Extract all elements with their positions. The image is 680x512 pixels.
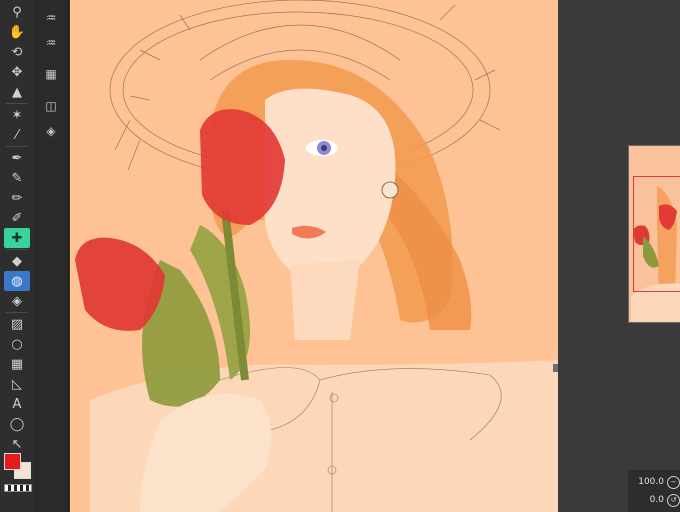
hand-tool[interactable]: ✋	[4, 22, 30, 42]
sub-tool-layer-settings[interactable]: ◫	[41, 96, 61, 116]
gradient-icon: ▨	[10, 316, 24, 332]
sub-tool-airbrush-soft[interactable]: ♒	[41, 8, 61, 28]
zoom-row: 100.0 −	[628, 474, 680, 490]
fill-bucket-icon: ◈	[12, 293, 22, 309]
decoration-icon: ✚	[11, 230, 23, 246]
correct-line-tool[interactable]: ↖	[4, 434, 30, 454]
eraser-icon: ◆	[12, 253, 22, 269]
speech-balloon-icon: ◯	[9, 416, 25, 432]
pen-icon: ✒	[11, 150, 23, 166]
sub-tool-layers[interactable]: ◈	[41, 121, 61, 141]
pen-tool[interactable]: ✒	[4, 148, 30, 168]
transparent-color-swatch[interactable]	[4, 484, 32, 492]
frame-icon: ▦	[10, 356, 24, 372]
circle-icon: ○	[11, 336, 23, 352]
layer-settings-icon: ◫	[45, 99, 57, 113]
sub-tool-airbrush-spray[interactable]: ♒	[41, 33, 61, 53]
blend-icon: ◍	[11, 273, 23, 289]
tool-separator	[6, 249, 28, 250]
navigator-viewport-frame[interactable]	[633, 176, 680, 292]
tool-separator	[6, 312, 28, 313]
text-icon: A	[12, 396, 22, 412]
airbrush-tool[interactable]: ✐	[4, 208, 30, 228]
move-tool[interactable]: ✥	[4, 62, 30, 82]
layers-icon: ◈	[46, 124, 56, 138]
frame-tool[interactable]: ▦	[4, 354, 30, 374]
tool-palette: ⚲ ✋ ⟲ ✥ ▲ ✶ ⁄ ✒ ✎ ✏ ✐ ✚ ◆ ◍ ◈ ▨ ○ ▦ ◺ A ◯ ↖	[0, 0, 35, 512]
rotate-reset-icon[interactable]: ↺	[667, 493, 680, 507]
hand-icon: ✋	[8, 24, 26, 40]
navigator-status: 100.0 − 0.0 ↺	[628, 470, 680, 512]
tool-separator	[6, 146, 28, 147]
sub-tool-layer-grid[interactable]: ▦	[41, 64, 61, 84]
figure-tool[interactable]: ○	[4, 334, 30, 354]
magic-wand-icon: ✶	[11, 107, 23, 123]
airbrush-icon: ✐	[11, 210, 23, 226]
zoom-tool[interactable]: ⚲	[4, 2, 30, 22]
sub-tool-palette: ♒ ♒ ▦ ◫ ◈	[34, 0, 69, 512]
tool-separator	[6, 103, 28, 104]
rotation-value: 0.0	[649, 495, 664, 505]
rotate-tool[interactable]: ⟲	[4, 42, 30, 62]
text-tool[interactable]: A	[4, 394, 30, 414]
layer-grid-icon: ▦	[45, 67, 57, 81]
rotate-icon: ⟲	[11, 44, 23, 60]
decoration-tool[interactable]: ✚	[4, 228, 30, 248]
balloon-tool[interactable]: ◯	[4, 414, 30, 434]
artwork	[75, 0, 558, 512]
zoom-value: 100.0	[638, 477, 664, 487]
right-panel: 100.0 − 0.0 ↺	[558, 0, 680, 512]
airbrush-drops-icon: ♒	[45, 11, 57, 25]
main-color-swatch[interactable]	[4, 453, 21, 470]
brush-icon: ✏	[11, 190, 23, 206]
ruler-icon: ◺	[12, 376, 22, 392]
navigator-preview[interactable]	[628, 145, 680, 323]
blend-tool[interactable]: ◍	[4, 271, 30, 291]
eyedropper-icon: ⁄	[15, 127, 19, 143]
eyedropper-tool[interactable]: ⁄	[4, 125, 30, 145]
auto-select-tool[interactable]: ✶	[4, 105, 30, 125]
eraser-tool[interactable]: ◆	[4, 251, 30, 271]
pencil-icon: ✎	[11, 170, 23, 186]
face	[264, 88, 396, 282]
pencil-tool[interactable]: ✎	[4, 168, 30, 188]
rotation-row: 0.0 ↺	[628, 492, 680, 508]
gradient-tool[interactable]: ▨	[4, 314, 30, 334]
correct-line-icon: ↖	[11, 436, 23, 452]
fill-tool[interactable]: ◈	[4, 291, 30, 311]
airbrush-spray-icon: ♒	[45, 36, 57, 50]
move-icon: ✥	[11, 64, 23, 80]
brush-tool[interactable]: ✏	[4, 188, 30, 208]
object-icon: ▲	[12, 84, 22, 100]
drawing-canvas[interactable]	[70, 0, 558, 512]
object-tool[interactable]: ▲	[4, 82, 30, 102]
zoom-out-icon[interactable]: −	[667, 475, 680, 489]
ruler-tool[interactable]: ◺	[4, 374, 30, 394]
magnifier-icon: ⚲	[12, 4, 22, 20]
